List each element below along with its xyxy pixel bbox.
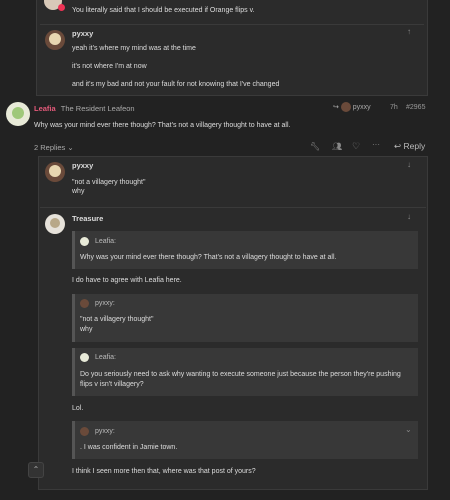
avatar — [80, 353, 89, 362]
user-title: The Resident Leafeon — [60, 104, 135, 113]
wrench-icon[interactable]: 🔧︎ — [310, 142, 320, 151]
reply-to-indicator[interactable]: ↪ pyxxy — [333, 102, 371, 112]
more-options-icon[interactable]: ··· — [372, 140, 380, 149]
post-paragraph: Lol. — [72, 405, 84, 412]
avatar — [340, 102, 351, 112]
avatar[interactable] — [45, 162, 65, 182]
quote-block — [72, 231, 418, 269]
arrow-down-icon[interactable]: ↓ — [407, 212, 411, 221]
quote-header: pyxxy: — [80, 299, 115, 308]
like-heart-icon[interactable]: ♡ — [352, 141, 360, 152]
quote-text: Why was your mind ever there though? Tha… — [80, 254, 337, 261]
username[interactable]: Leafia — [34, 104, 56, 113]
avatar — [80, 299, 89, 308]
quote-line: Do you seriously need to ask why wanting… — [80, 371, 401, 378]
post-line: yeah it's where my mind was at the time — [72, 45, 196, 52]
avatar — [80, 237, 89, 246]
divider — [40, 24, 424, 25]
arrow-down-icon[interactable]: ↓ — [407, 160, 411, 169]
quote-text: . I was confident in Jamie town. — [80, 444, 178, 451]
quote-line: flips v isn't villagery? — [80, 381, 144, 388]
users-icon[interactable]: 👥︎ — [332, 142, 342, 151]
post-line: why — [72, 188, 85, 195]
divider — [40, 207, 426, 208]
post-line: and it's my bad and not your fault for n… — [72, 81, 280, 88]
post-header: Leafia The Resident Leafeon — [34, 104, 135, 113]
post-text: You literally said that I should be exec… — [72, 7, 255, 14]
quote-line: why — [80, 326, 93, 333]
quote-user: Leafia: — [94, 238, 116, 246]
post-paragraph: I think I seen more then that, where was… — [72, 468, 256, 475]
arrow-up-icon[interactable]: ↑ — [407, 27, 411, 36]
avatar[interactable] — [6, 102, 30, 126]
avatar — [80, 427, 89, 436]
avatar-badge — [58, 4, 65, 11]
reply-icon: ↩ — [394, 141, 402, 151]
quote-block — [72, 421, 418, 459]
quote-header: Leafia: — [80, 237, 116, 246]
username[interactable]: pyxxy — [72, 161, 93, 170]
reply-to-user: pyxxy — [352, 103, 371, 111]
quote-line: "not a villagery thought" — [80, 316, 154, 323]
avatar[interactable] — [45, 214, 65, 234]
chevron-down-icon: ⌄ — [67, 143, 74, 152]
quote-header: pyxxy: — [80, 427, 115, 436]
chevron-down-icon[interactable]: ⌄ — [405, 425, 412, 434]
post-text: Why was your mind ever there though? Tha… — [34, 122, 291, 129]
chevron-up-icon: ⌃ — [32, 465, 40, 474]
post-line: it's not where I'm at now — [72, 63, 147, 70]
quote-header: Leafia: — [80, 353, 116, 362]
avatar[interactable] — [45, 30, 65, 50]
scroll-to-top-button[interactable]: ⌃ — [28, 462, 44, 478]
post-paragraph: I do have to agree with Leafia here. — [72, 277, 182, 284]
replies-count: 2 Replies — [34, 143, 66, 152]
quote-user: Leafia: — [94, 354, 116, 362]
username[interactable]: pyxxy — [72, 29, 93, 38]
reply-label: Reply — [403, 141, 426, 151]
reply-button[interactable]: ↩ Reply — [394, 141, 425, 152]
post-time[interactable]: 7h — [390, 104, 398, 111]
quote-user: pyxxy: — [94, 300, 115, 308]
quote-user: pyxxy: — [94, 428, 115, 436]
username[interactable]: Treasure — [72, 214, 103, 223]
replies-toggle[interactable]: 2 Replies ⌄ — [34, 143, 74, 152]
post-number[interactable]: #2965 — [406, 104, 425, 111]
reply-arrow-icon: ↪ — [333, 103, 339, 111]
